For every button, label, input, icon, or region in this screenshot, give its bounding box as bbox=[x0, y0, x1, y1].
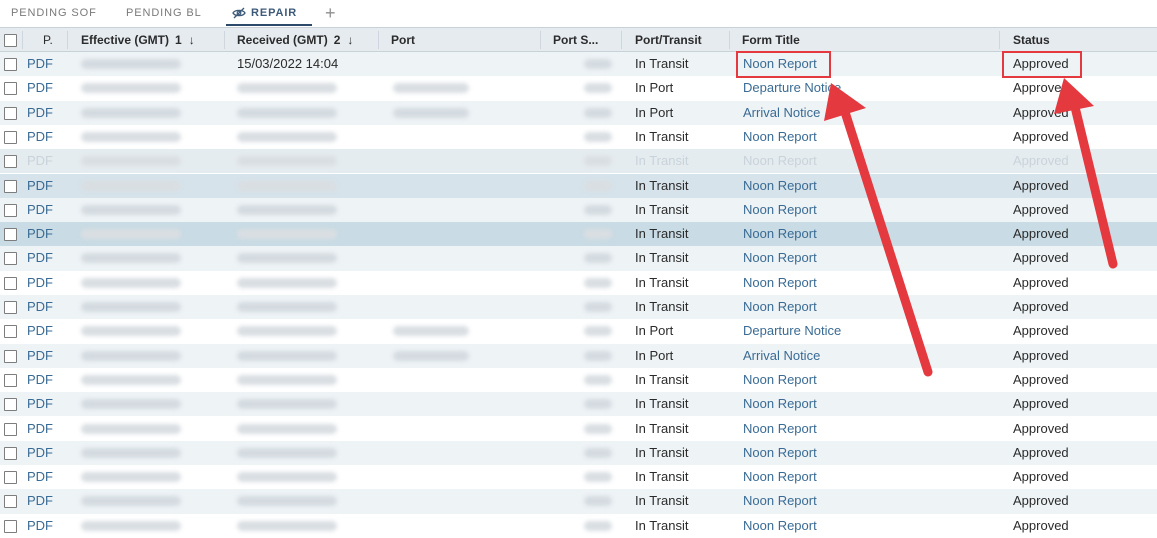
annotation-arrowhead bbox=[1054, 78, 1094, 114]
annotation-arrow-shaft bbox=[840, 107, 933, 377]
annotation-arrow-shaft bbox=[1070, 102, 1118, 269]
annotation-arrows bbox=[824, 78, 1118, 377]
